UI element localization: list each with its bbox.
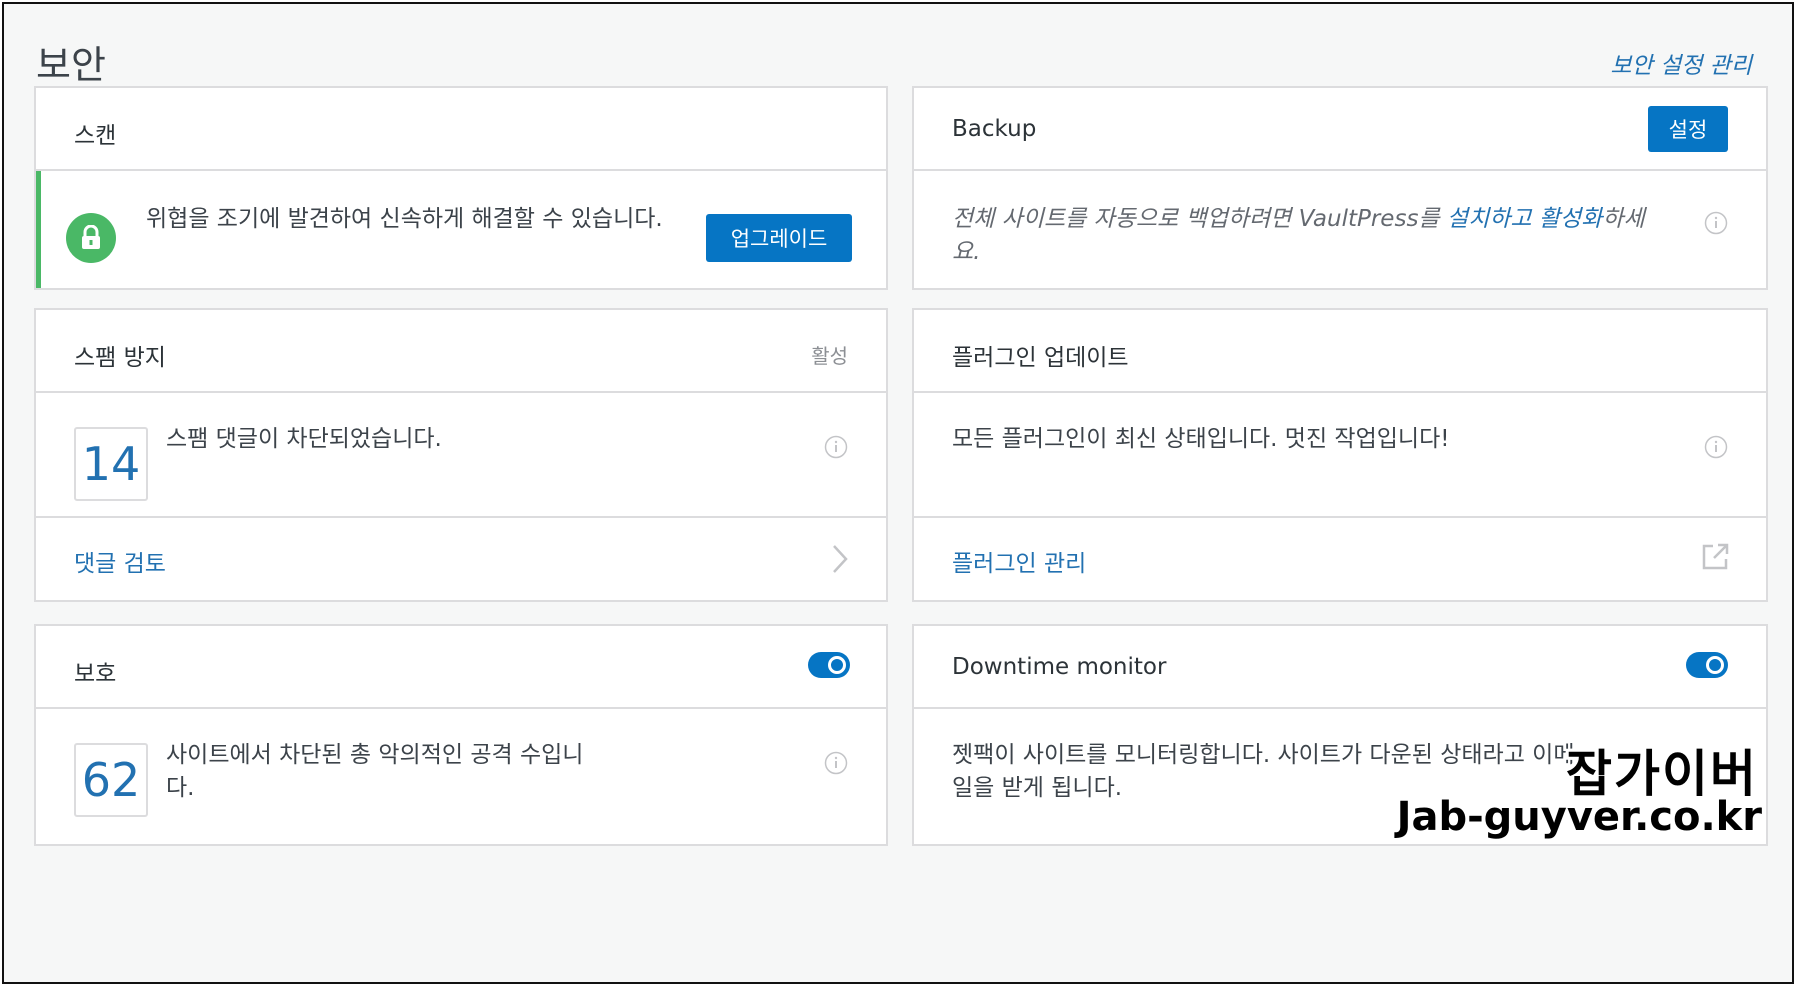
plugin-updates-card: 플러그인 업데이트 모든 플러그인이 최신 상태입니다. 멋진 작업입니다! 플… xyxy=(912,308,1768,602)
info-icon[interactable] xyxy=(1704,211,1728,235)
antispam-card: 스팸 방지 활성 14 스팸 댓글이 차단되었습니다. 댓글 검토 xyxy=(34,308,888,602)
antispam-card-header: 스팸 방지 활성 xyxy=(36,310,886,393)
upgrade-button[interactable]: 업그레이드 xyxy=(706,214,852,262)
scan-title: 스캔 xyxy=(74,123,117,149)
scan-card-header: 스캔 xyxy=(36,88,886,171)
backup-card: Backup 설정 전체 사이트를 자동으로 백업하려면 VaultPress를… xyxy=(912,86,1768,290)
activate-link[interactable]: 활성화 xyxy=(1539,206,1602,232)
scan-card: 스캔 위협을 조기에 발견하여 신속하게 해결할 수 있습니다. 업그레이드 xyxy=(34,86,888,290)
backup-body: 전체 사이트를 자동으로 백업하려면 VaultPress를 설치하고 활성화하… xyxy=(914,171,1766,288)
review-comments-row[interactable]: 댓글 검토 xyxy=(36,516,886,600)
antispam-body: 14 스팸 댓글이 차단되었습니다. xyxy=(36,393,886,520)
backup-card-header: Backup 설정 xyxy=(914,88,1766,171)
protect-body: 62 사이트에서 차단된 총 악의적인 공격 수입니다. xyxy=(36,709,886,844)
backup-message-start: 전체 사이트를 자동으로 백업하려면 VaultPress를 xyxy=(952,206,1447,232)
downtime-monitor-toggle[interactable] xyxy=(1686,652,1728,678)
protect-message: 사이트에서 차단된 총 악의적인 공격 수입니다. xyxy=(166,742,584,801)
page-title: 보안 xyxy=(36,43,106,87)
antispam-message: 스팸 댓글이 차단되었습니다. xyxy=(166,426,442,452)
downtime-monitor-title: Downtime monitor xyxy=(952,654,1167,680)
security-panel: 보안 보안 설정 관리 스캔 위협을 조기에 발견하여 신속하게 해결할 수 있… xyxy=(2,2,1794,984)
antispam-title: 스팸 방지 xyxy=(74,345,166,371)
downtime-monitor-header: Downtime monitor xyxy=(914,626,1766,709)
info-icon[interactable] xyxy=(1704,435,1728,459)
backup-title: Backup xyxy=(952,116,1037,142)
antispam-status: 활성 xyxy=(811,344,848,368)
blocked-attacks-count: 62 xyxy=(74,743,148,817)
review-comments-link[interactable]: 댓글 검토 xyxy=(74,544,166,578)
plugin-updates-title: 플러그인 업데이트 xyxy=(952,345,1129,371)
protect-title: 보호 xyxy=(74,661,117,687)
plugin-updates-header: 플러그인 업데이트 xyxy=(914,310,1766,393)
scan-message: 위협을 조기에 발견하여 신속하게 해결할 수 있습니다. xyxy=(146,206,663,232)
info-icon[interactable] xyxy=(824,435,848,459)
manage-security-settings-link[interactable]: 보안 설정 관리 xyxy=(1610,46,1752,80)
external-link-icon xyxy=(1702,543,1729,570)
watermark-url: Jab-guyver.co.kr xyxy=(1396,794,1762,840)
plugin-updates-body: 모든 플러그인이 최신 상태입니다. 멋진 작업입니다! xyxy=(914,393,1766,520)
plugin-updates-message: 모든 플러그인이 최신 상태입니다. 멋진 작업입니다! xyxy=(952,426,1450,452)
manage-plugins-row[interactable]: 플러그인 관리 xyxy=(914,516,1766,600)
protect-card: 보호 62 사이트에서 차단된 총 악의적인 공격 수입니다. xyxy=(34,624,888,846)
protect-card-header: 보호 xyxy=(36,626,886,709)
install-link[interactable]: 설치하고 xyxy=(1447,206,1532,232)
protect-toggle[interactable] xyxy=(808,652,850,678)
blocked-spam-count: 14 xyxy=(74,427,148,501)
chevron-right-icon xyxy=(833,545,848,573)
lock-icon xyxy=(66,213,116,263)
backup-settings-button[interactable]: 설정 xyxy=(1648,106,1728,152)
info-icon[interactable] xyxy=(824,751,848,775)
backup-message: 전체 사이트를 자동으로 백업하려면 VaultPress를 설치하고 활성화하… xyxy=(952,203,1672,269)
manage-plugins-link[interactable]: 플러그인 관리 xyxy=(952,544,1086,578)
scan-body: 위협을 조기에 발견하여 신속하게 해결할 수 있습니다. 업그레이드 xyxy=(36,171,886,288)
